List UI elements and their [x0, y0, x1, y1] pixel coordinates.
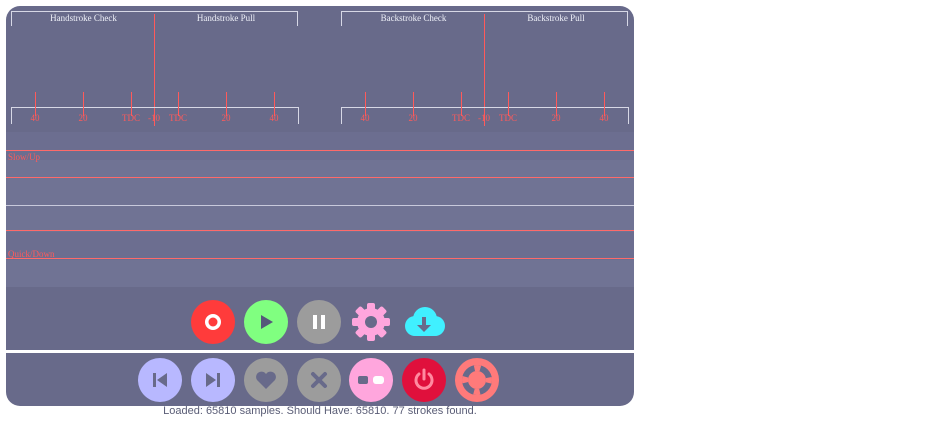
- skip-forward-icon: [203, 370, 223, 390]
- help-button[interactable]: [455, 358, 499, 402]
- heart-icon: [255, 370, 277, 390]
- power-button[interactable]: [402, 358, 446, 402]
- settings-button[interactable]: [349, 300, 393, 344]
- handstroke-check-label: Handstroke Check: [50, 13, 117, 23]
- delete-button[interactable]: [297, 358, 341, 402]
- skip-back-icon: [150, 370, 170, 390]
- pause-button[interactable]: [297, 300, 341, 344]
- favorite-button[interactable]: [244, 358, 288, 402]
- record-icon: [203, 312, 223, 332]
- handstroke-tick-label: TDC: [169, 113, 187, 123]
- backstroke-tick-label: 40: [360, 113, 370, 123]
- record-button[interactable]: [191, 300, 235, 344]
- toolbar-divider: [6, 350, 634, 353]
- close-icon: [310, 371, 328, 389]
- handstroke-tick-label: 40: [269, 113, 279, 123]
- center-divider-line: [6, 205, 634, 206]
- backstroke-tick-label: 20: [551, 113, 561, 123]
- handstroke-tick-label: TDC: [122, 113, 140, 123]
- handstroke-tick-label: 40: [30, 113, 40, 123]
- slow-lower-line: [6, 177, 634, 178]
- backstroke-tick-label: 20: [408, 113, 418, 123]
- backstroke-tick-label: -10: [478, 113, 490, 123]
- trace-band: [6, 232, 634, 260]
- play-button[interactable]: [244, 300, 288, 344]
- handstroke-tick-label: 20: [221, 113, 231, 123]
- handstroke-tick-label: 20: [78, 113, 88, 123]
- backstroke-tick-label: TDC: [452, 113, 470, 123]
- backstroke-tick-label: TDC: [499, 113, 517, 123]
- handstroke-tick-label: -10: [148, 113, 160, 123]
- next-button[interactable]: [191, 358, 235, 402]
- handstroke-pull-title: Handstroke Pull: [155, 11, 298, 26]
- backstroke-check-label: Backstroke Check: [380, 13, 447, 23]
- toggle-icon: [357, 374, 385, 386]
- handstroke-pull-label: Handstroke Pull: [196, 13, 256, 23]
- trace-band: [6, 132, 634, 160]
- quick-lower-line: [6, 258, 634, 259]
- backstroke-tick-label: 40: [599, 113, 609, 123]
- lifebuoy-icon: [460, 363, 494, 397]
- backstroke-pull-label: Backstroke Pull: [527, 13, 585, 23]
- quick-upper-line: [6, 230, 634, 231]
- previous-button[interactable]: [138, 358, 182, 402]
- quick-down-label: Quick/Down: [8, 249, 55, 259]
- handstroke-check-title: Handstroke Check: [11, 11, 155, 26]
- stroke-panel: Handstroke Check Handstroke Pull 40 20 T…: [6, 6, 634, 406]
- backstroke-check-title: Backstroke Check: [341, 11, 485, 26]
- status-message: Loaded: 65810 samples. Should Have: 6581…: [163, 405, 477, 417]
- trace-area: Slow/Up Quick/Down: [6, 132, 634, 287]
- play-icon: [256, 312, 276, 332]
- slow-upper-line: [6, 150, 634, 151]
- pause-icon: [309, 312, 329, 332]
- power-icon: [412, 368, 436, 392]
- slow-up-label: Slow/Up: [8, 152, 41, 162]
- download-button[interactable]: [402, 300, 446, 344]
- backstroke-pull-title: Backstroke Pull: [485, 11, 628, 26]
- gear-icon: [349, 300, 393, 344]
- toggle-button[interactable]: [349, 358, 393, 402]
- cloud-download-icon: [401, 304, 447, 340]
